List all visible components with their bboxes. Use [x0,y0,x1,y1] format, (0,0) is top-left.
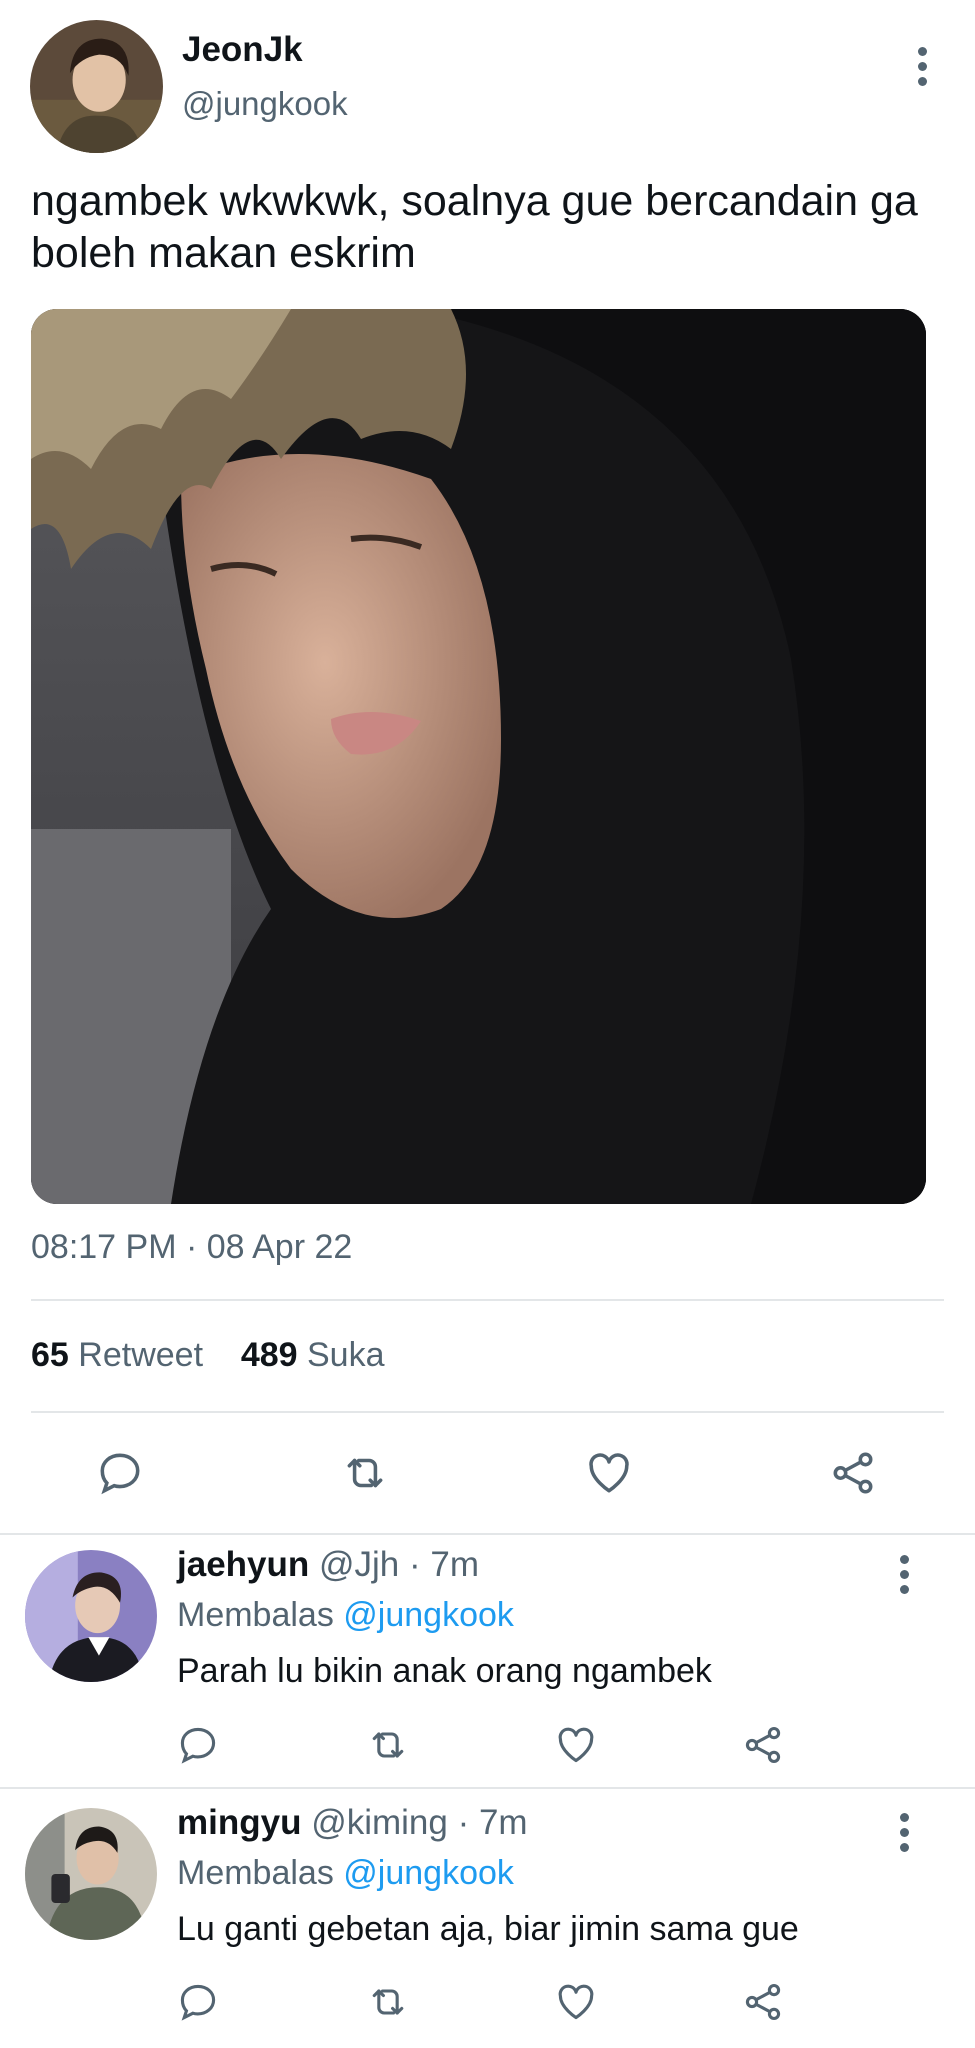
more-vertical-icon[interactable] [912,47,932,86]
replying-mention[interactable]: @jungkook [343,1854,514,1892]
replying-to: Membalas @jungkook [177,1854,514,1893]
retweet-stat[interactable]: 65 Retweet [31,1336,203,1374]
replying-mention[interactable]: @jungkook [343,1596,514,1634]
author-avatar-image [30,20,163,153]
retweet-icon[interactable] [364,1980,412,2024]
reply-header: mingyu @kiming · 7m [177,1803,528,1843]
reply-icon[interactable] [95,1448,145,1498]
reply-display-name[interactable]: mingyu [177,1803,301,1842]
reply-header: jaehyun @Jjh · 7m [177,1545,479,1585]
tweet-photo[interactable] [31,309,926,1204]
retweet-icon[interactable] [364,1723,412,1767]
author-handle[interactable]: @jungkook [182,85,348,123]
share-icon[interactable] [741,1980,785,2024]
retweet-count: 65 [31,1336,69,1374]
retweet-stat-label: Retweet [78,1336,204,1374]
like-count: 489 [240,1336,298,1374]
like-stat-label: Suka [307,1336,385,1374]
tweet-text: ngambek wkwkwk, soalnya gue bercandain g… [31,177,918,277]
more-vertical-icon[interactable] [894,1555,914,1594]
tweet-timestamp: 08:17 PM · 08 Apr 22 [31,1228,353,1266]
reply-meta: @kiming · 7m [311,1803,528,1842]
heart-icon[interactable] [553,1980,599,2024]
more-vertical-icon[interactable] [894,1813,914,1852]
replying-to: Membalas @jungkook [177,1596,514,1635]
tweet-photo-image [31,309,926,1204]
author-avatar[interactable] [30,20,163,153]
replying-prefix: Membalas [177,1596,334,1634]
reply-meta: @Jjh · 7m [319,1545,479,1584]
tweet-stats: 65 Retweet 489 Suka [31,1336,385,1375]
reply-avatar[interactable] [25,1550,157,1682]
share-icon[interactable] [828,1448,878,1498]
reply-display-name[interactable]: jaehyun [177,1545,309,1584]
reply-icon[interactable] [176,1980,220,2024]
share-icon[interactable] [741,1723,785,1767]
reply-icon[interactable] [176,1723,220,1767]
replying-prefix: Membalas [177,1854,334,1892]
heart-icon[interactable] [583,1448,635,1498]
reply-text: Parah lu bikin anak orang ngambek [177,1652,712,1690]
reply-avatar[interactable] [25,1808,157,1940]
heart-icon[interactable] [553,1723,599,1767]
retweet-icon[interactable] [338,1448,392,1498]
author-display-name[interactable]: JeonJk [182,30,303,70]
divider [31,1411,944,1413]
divider [31,1299,944,1301]
divider [0,1787,975,1789]
reply-avatar-image [25,1550,157,1682]
like-stat[interactable]: 489 Suka [241,1336,385,1374]
reply-text: Lu ganti gebetan aja, biar jimin sama gu… [177,1910,799,1948]
reply-avatar-image [25,1808,157,1940]
divider [0,1533,975,1535]
